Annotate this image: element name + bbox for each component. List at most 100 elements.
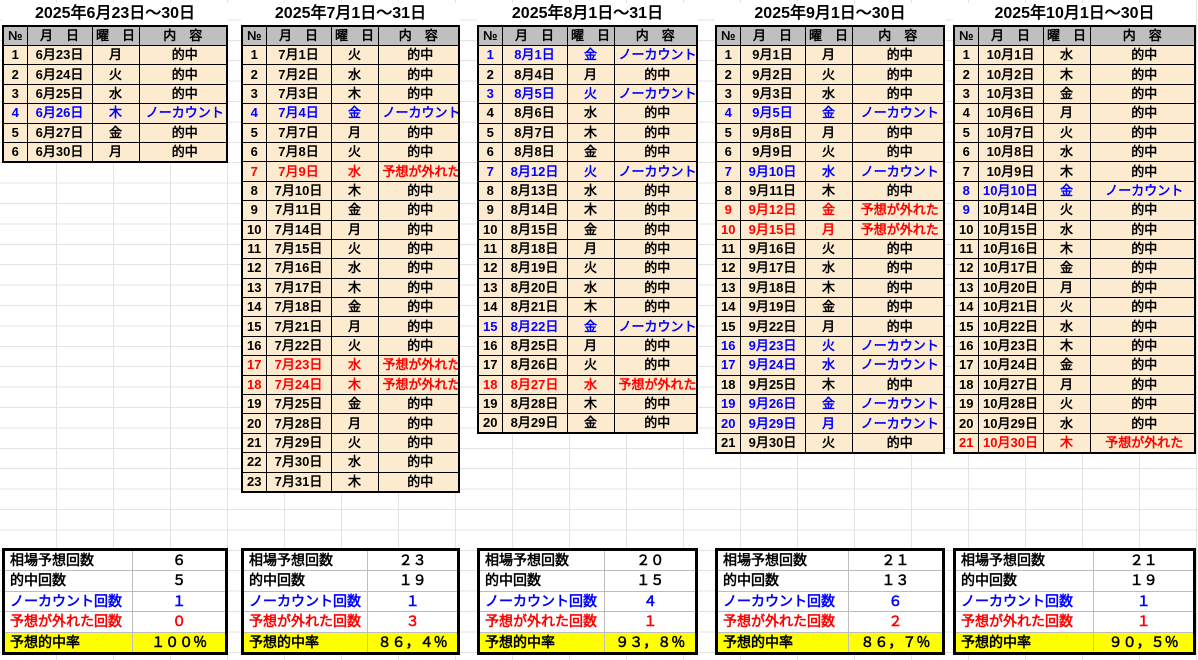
row-number-cell[interactable]: 12 [715,258,741,279]
date-cell[interactable]: 7月16日 [265,258,332,279]
summary-value-cell[interactable]: １５ [604,570,697,592]
row-number-cell[interactable]: 6 [2,141,28,163]
weekday-cell[interactable]: 金 [566,44,615,66]
date-cell[interactable]: 10月20日 [977,277,1044,299]
summary-value-cell[interactable]: １９ [367,570,459,592]
weekday-cell[interactable]: 水 [566,277,615,299]
row-number-cell[interactable]: 20 [477,413,503,434]
weekday-cell[interactable]: 月 [330,413,379,434]
weekday-cell[interactable]: 月 [330,122,379,143]
column-header[interactable]: № [953,25,979,46]
weekday-cell[interactable]: 月 [804,316,853,337]
date-cell[interactable]: 9月5日 [739,103,806,124]
result-cell[interactable]: 的中 [377,122,460,143]
weekday-cell[interactable]: 月 [1042,277,1091,299]
row-number-cell[interactable]: 9 [241,200,267,221]
weekday-cell[interactable]: 金 [804,394,853,415]
weekday-cell[interactable]: 金 [566,141,615,163]
row-number-cell[interactable]: 3 [241,83,267,105]
summary-label-cell[interactable]: 相場予想回数 [241,549,369,571]
result-cell[interactable]: 的中 [1089,238,1196,260]
result-cell[interactable]: 的中 [138,141,228,163]
weekday-cell[interactable]: 木 [1042,238,1091,260]
date-cell[interactable]: 7月10日 [265,180,332,202]
row-number-cell[interactable]: 16 [953,335,979,357]
row-number-cell[interactable]: 11 [715,238,741,260]
result-cell[interactable]: ノーカウント [613,316,698,337]
row-number-cell[interactable]: 5 [953,122,979,143]
date-cell[interactable]: 7月18日 [265,297,332,318]
result-cell[interactable]: 的中 [377,471,460,493]
result-cell[interactable]: ノーカウント [377,103,460,124]
result-cell[interactable]: 的中 [377,316,460,337]
row-number-cell[interactable]: 17 [477,355,503,376]
weekday-cell[interactable]: 水 [804,83,853,105]
date-cell[interactable]: 7月28日 [265,413,332,434]
result-cell[interactable]: 的中 [1089,141,1196,163]
weekday-cell[interactable]: 水 [330,452,379,473]
result-cell[interactable]: 的中 [613,122,698,143]
weekday-cell[interactable]: 金 [330,394,379,415]
date-cell[interactable]: 8月1日 [501,44,568,66]
date-cell[interactable]: 9月12日 [739,200,806,221]
result-cell[interactable]: 的中 [851,83,945,105]
summary-value-cell[interactable]: ８６，７％ [847,631,945,654]
weekday-cell[interactable]: 水 [330,258,379,279]
weekday-cell[interactable]: 火 [804,432,853,454]
summary-value-cell[interactable]: ８６，４％ [367,631,459,654]
summary-label-cell[interactable]: 予想的中率 [716,631,849,654]
row-number-cell[interactable]: 19 [715,394,741,415]
row-number-cell[interactable]: 21 [953,432,979,454]
weekday-cell[interactable]: 火 [330,238,379,260]
weekday-cell[interactable]: 金 [804,200,853,221]
result-cell[interactable]: ノーカウント [851,335,945,357]
result-cell[interactable]: 的中 [377,180,460,202]
date-cell[interactable]: 10月21日 [977,297,1044,318]
weekday-cell[interactable]: 月 [566,64,615,85]
date-cell[interactable]: 7月3日 [265,83,332,105]
date-cell[interactable]: 8月15日 [501,219,568,240]
date-cell[interactable]: 7月14日 [265,219,332,240]
row-number-cell[interactable]: 14 [953,297,979,318]
date-cell[interactable]: 7月4日 [265,103,332,124]
column-header[interactable]: № [2,25,28,46]
result-cell[interactable]: 的中 [851,180,945,202]
date-cell[interactable]: 7月2日 [265,64,332,85]
date-cell[interactable]: 8月4日 [501,64,568,85]
row-number-cell[interactable]: 10 [953,219,979,240]
result-cell[interactable]: 的中 [377,452,460,473]
date-cell[interactable]: 10月30日 [977,432,1044,454]
column-header[interactable]: № [241,25,267,46]
summary-value-cell[interactable]: ０ [132,611,227,633]
weekday-cell[interactable]: 水 [566,374,615,396]
date-cell[interactable]: 9月19日 [739,297,806,318]
row-number-cell[interactable]: 4 [241,103,267,124]
row-number-cell[interactable]: 19 [477,394,503,415]
row-number-cell[interactable]: 21 [241,432,267,454]
weekday-cell[interactable]: 金 [1042,180,1091,202]
row-number-cell[interactable]: 2 [241,64,267,85]
result-cell[interactable]: 的中 [377,238,460,260]
summary-label-cell[interactable]: 予想が外れた回数 [953,611,1095,633]
summary-value-cell[interactable]: １ [604,611,697,633]
row-number-cell[interactable]: 4 [477,103,503,124]
row-number-cell[interactable]: 8 [953,180,979,202]
column-header[interactable]: 曜 日 [91,25,140,46]
result-cell[interactable]: ノーカウント [138,103,228,124]
row-number-cell[interactable]: 9 [477,200,503,221]
result-cell[interactable]: 的中 [138,64,228,85]
weekday-cell[interactable]: 月 [566,335,615,357]
weekday-cell[interactable]: 木 [1042,432,1091,454]
result-cell[interactable]: 的中 [377,219,460,240]
result-cell[interactable]: 的中 [613,277,698,299]
date-cell[interactable]: 7月31日 [265,471,332,493]
date-cell[interactable]: 7月11日 [265,200,332,221]
weekday-cell[interactable]: 月 [804,413,853,434]
summary-label-cell[interactable]: ノーカウント回数 [2,590,134,612]
weekday-cell[interactable]: 金 [566,413,615,434]
result-cell[interactable]: 的中 [851,316,945,337]
summary-value-cell[interactable]: ２０ [604,549,697,571]
summary-label-cell[interactable]: 予想が外れた回数 [477,611,606,633]
summary-label-cell[interactable]: 予想的中率 [953,631,1095,654]
weekday-cell[interactable]: 火 [330,141,379,163]
